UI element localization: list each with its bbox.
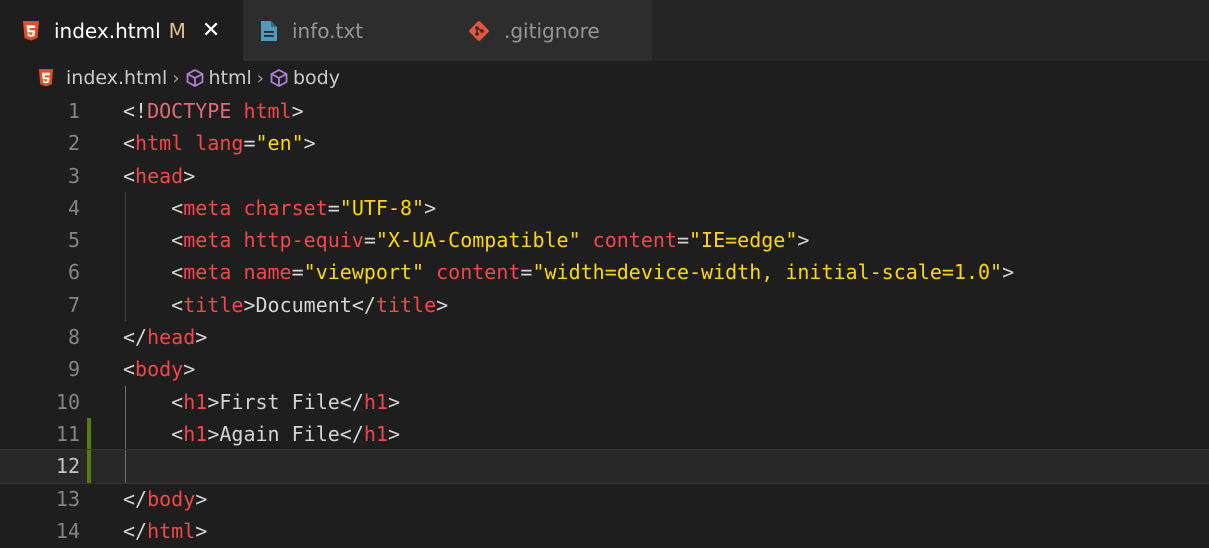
code-line[interactable]: 4 <meta charset="UTF-8"> [0, 191, 1209, 225]
symbol-cube-icon [269, 68, 289, 88]
line-number: 4 [67, 195, 80, 220]
indent-guide [125, 450, 126, 483]
code-text: </body> [123, 486, 208, 511]
code-text: </html> [123, 518, 208, 543]
code-line[interactable]: 9 <body> [0, 353, 1209, 385]
line-number: 10 [55, 389, 80, 414]
git-added-marker [87, 417, 91, 451]
tab-gitignore[interactable]: .gitignore [446, 0, 652, 61]
line-number: 11 [55, 421, 80, 446]
modified-indicator: M [168, 18, 186, 43]
breadcrumb: index.html › html › body [0, 61, 1209, 95]
breadcrumb-file[interactable]: index.html [66, 67, 167, 89]
code-line[interactable]: 13 </body> [0, 483, 1209, 515]
code-text: <meta charset="UTF-8"> [171, 195, 437, 220]
breadcrumb-separator: › [256, 67, 264, 89]
editor-window: index.html M ✕ info.txt .gitignore index… [0, 0, 1209, 548]
tab-label: info.txt [292, 18, 364, 43]
tab-label: index.html [54, 18, 161, 43]
code-editor[interactable]: 1 <!DOCTYPE html> 2 <html lang="en"> 3 <head>… [0, 95, 1209, 548]
code-text: <meta name="viewport" content="width=dev… [171, 260, 1015, 285]
symbol-cube-icon [185, 68, 205, 88]
code-text: <h1>First File</h1> [171, 389, 401, 414]
code-text: <html lang="en"> [123, 131, 316, 156]
code-line[interactable]: 12 [0, 449, 1209, 484]
line-number: 7 [67, 292, 80, 317]
code-text: <h1>Again File</h1> [171, 421, 401, 446]
code-line[interactable]: 7 <title>Document</title> [0, 288, 1209, 322]
line-number: 9 [67, 357, 80, 382]
tab-label: .gitignore [504, 18, 600, 43]
code-line[interactable]: 2 <html lang="en"> [0, 127, 1209, 159]
breadcrumb-body[interactable]: body [293, 67, 340, 89]
line-number: 5 [67, 228, 80, 253]
line-number: 12 [55, 454, 80, 479]
tab-bar: index.html M ✕ info.txt .gitignore [0, 0, 1209, 61]
code-line[interactable]: 3 <head> [0, 160, 1209, 192]
code-line[interactable]: 10 <h1>First File</h1> [0, 385, 1209, 418]
git-icon [468, 20, 490, 42]
code-text: <!DOCTYPE html> [123, 99, 304, 123]
text-file-icon [260, 20, 278, 42]
code-line[interactable]: 8 </head> [0, 321, 1209, 353]
breadcrumb-separator: › [172, 67, 180, 89]
code-line[interactable]: 6 <meta name="viewport" content="width=d… [0, 256, 1209, 289]
html5-icon [22, 20, 40, 41]
line-number: 6 [67, 260, 80, 285]
code-text: <head> [123, 163, 196, 188]
line-number: 14 [55, 518, 80, 543]
code-text: <title>Document</title> [171, 292, 449, 317]
line-number: 13 [55, 486, 80, 511]
line-number: 3 [67, 163, 80, 188]
tab-index-html[interactable]: index.html M ✕ [0, 0, 243, 61]
breadcrumb-html[interactable]: html [209, 67, 252, 89]
code-text: <body> [123, 357, 196, 382]
line-number: 8 [67, 325, 80, 350]
html5-icon [38, 69, 54, 87]
code-line[interactable]: 1 <!DOCTYPE html> [0, 95, 1209, 127]
code-line[interactable]: 14 </html> [0, 515, 1209, 547]
close-icon[interactable]: ✕ [202, 18, 220, 43]
code-line[interactable]: 11 <h1>Again File</h1> [0, 417, 1209, 451]
code-text: </head> [123, 325, 208, 350]
code-text: <meta http-equiv="X-UA-Compatible" conte… [171, 228, 810, 253]
git-added-marker [87, 450, 91, 483]
code-line[interactable]: 5 <meta http-equiv="X-UA-Compatible" con… [0, 224, 1209, 257]
tab-info-txt[interactable]: info.txt [243, 0, 446, 61]
line-number: 1 [67, 99, 80, 123]
line-number: 2 [67, 131, 80, 156]
